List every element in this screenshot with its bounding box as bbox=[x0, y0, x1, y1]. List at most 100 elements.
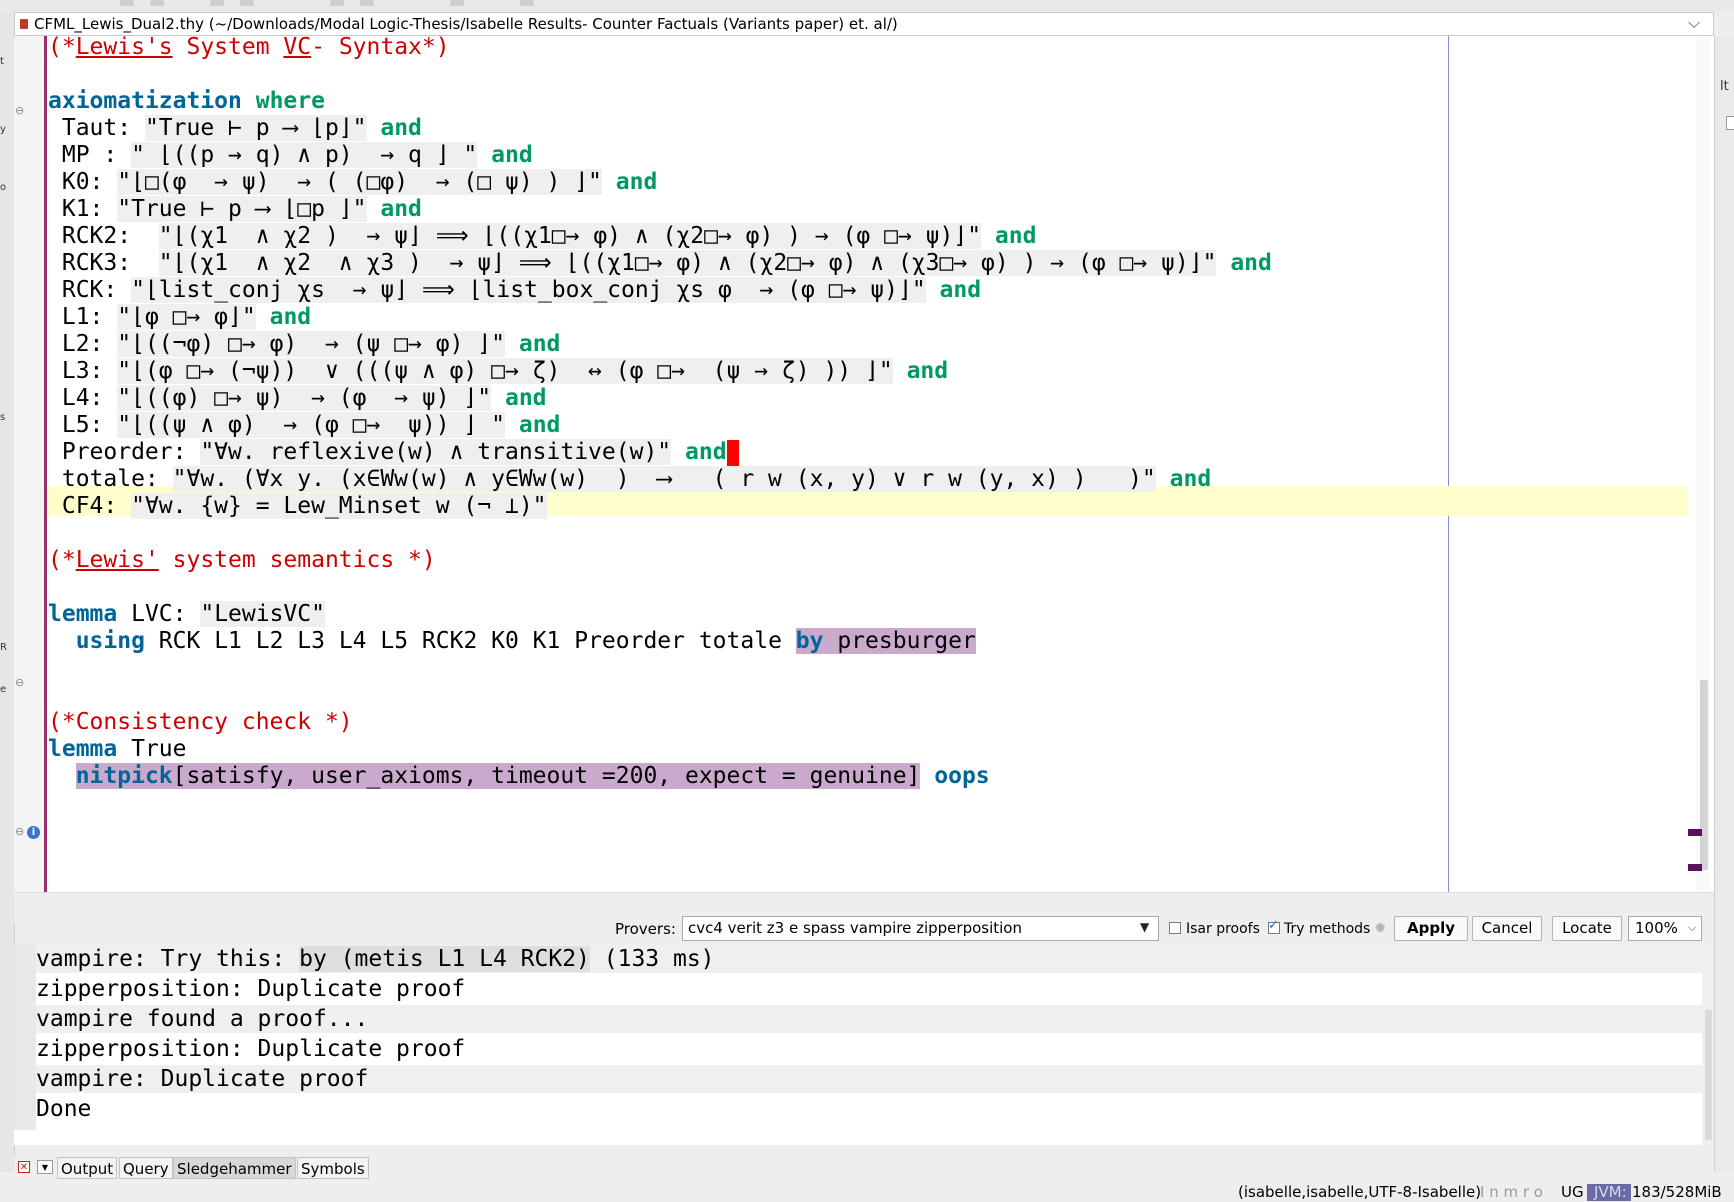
code-line[interactable]: totale: "∀w. (∀x y. (x∈Ww(w) ∧ y∈Ww(w) )… bbox=[48, 464, 1211, 494]
file-path-title: CFML_Lewis_Dual2.thy (~/Downloads/Modal … bbox=[34, 15, 898, 33]
code-token: RCK L1 L2 L3 L4 L5 RCK2 K0 K1 Preorder t… bbox=[144, 628, 796, 654]
fold-icon[interactable]: ⊖ bbox=[15, 676, 24, 689]
keyword-token: oops bbox=[934, 763, 990, 789]
code-token: L2: bbox=[48, 331, 118, 357]
code-token: K0: bbox=[48, 169, 118, 195]
keyword-token: and bbox=[994, 223, 1037, 249]
chevron-down-icon[interactable]: ⌵ bbox=[1688, 13, 1700, 33]
tab-query[interactable]: Query bbox=[119, 1157, 173, 1179]
cancel-button[interactable]: Cancel bbox=[1472, 916, 1542, 941]
code-line[interactable]: L1: "⌊φ □→ φ⌋" and bbox=[48, 302, 311, 332]
keyword-token: and bbox=[518, 412, 561, 438]
right-dock-checkbox[interactable] bbox=[1726, 116, 1734, 130]
code-line[interactable]: MP : " ⌊((p → q) ∧ p) → q ⌋ " and bbox=[48, 140, 533, 170]
ug-status[interactable]: UG bbox=[1561, 1183, 1584, 1201]
code-token: Preorder: bbox=[48, 439, 201, 465]
output-scrollbar-thumb[interactable] bbox=[1705, 1010, 1712, 1140]
code-line[interactable]: nitpick[satisfy, user_axioms, timeout =2… bbox=[48, 761, 990, 791]
left-dock-label[interactable]: t bbox=[0, 56, 4, 67]
left-dock-label[interactable]: y bbox=[0, 124, 6, 135]
toolbar-icon[interactable] bbox=[330, 0, 344, 6]
left-dock-label[interactable]: o bbox=[0, 182, 6, 193]
toolbar-icon[interactable] bbox=[520, 0, 534, 6]
tab-sledgehammer[interactable]: Sledgehammer bbox=[173, 1157, 296, 1179]
info-icon[interactable]: i bbox=[27, 826, 40, 839]
code-line[interactable]: (*Consistency check *) bbox=[48, 707, 353, 737]
keyword-token: and bbox=[518, 331, 561, 357]
chevron-down-icon[interactable]: ▼ bbox=[1140, 920, 1149, 934]
code-line[interactable]: RCK: "⌊list_conj χs → ψ⌋ ⟹ ⌊list_box_con… bbox=[48, 275, 981, 305]
code-line[interactable]: (*Lewis's System VC- Syntax*) bbox=[48, 32, 450, 62]
apply-button[interactable]: Apply bbox=[1394, 916, 1468, 941]
left-dock-strip: t y o s R e bbox=[0, 12, 15, 1172]
toolbar-icon[interactable] bbox=[450, 0, 464, 6]
inner-syntax-token: "⌊((ψ ∧ φ) → (φ □→ ψ)) ⌋ " bbox=[117, 412, 505, 438]
code-line[interactable]: axiomatization where bbox=[48, 86, 325, 116]
code-line[interactable]: lemma True bbox=[48, 734, 187, 764]
overview-marker[interactable] bbox=[1688, 864, 1702, 871]
code-line[interactable]: L4: "⌊((φ) □→ ψ) → (φ → ψ) ⌋" and bbox=[48, 383, 547, 413]
code-line[interactable]: (*Lewis' system semantics *) bbox=[48, 545, 436, 575]
close-icon[interactable]: ✕ bbox=[18, 1161, 30, 1173]
toolbar-icon[interactable] bbox=[120, 0, 134, 6]
mode-flags[interactable]: I n m r o bbox=[1480, 1183, 1543, 1201]
fold-icon[interactable]: ⊖ bbox=[15, 825, 24, 838]
proof-suggestion[interactable]: by (metis L1 L4 RCK2) bbox=[299, 946, 590, 972]
wrap-margin-line bbox=[1448, 36, 1449, 892]
output-line[interactable]: vampire: Try this: by (metis L1 L4 RCK2)… bbox=[36, 945, 1702, 973]
inner-syntax-token: "⌊((¬φ) □→ φ) → (ψ □→ φ) ⌋" bbox=[117, 331, 505, 357]
keyword-token: by bbox=[795, 628, 824, 654]
toolbar-icon[interactable] bbox=[360, 0, 374, 6]
overview-marker[interactable] bbox=[1688, 829, 1702, 836]
code-line[interactable]: L3: "⌊(φ □→ (¬ψ)) ∨ (((ψ ∧ φ) □→ ζ) ↔ (φ… bbox=[48, 356, 948, 386]
code-line[interactable]: L2: "⌊((¬φ) □→ φ) → (ψ □→ φ) ⌋" and bbox=[48, 329, 560, 359]
code-line[interactable]: K0: "⌊□(φ → ψ) → ( (□φ) → (□ ψ) ) ⌋" and bbox=[48, 167, 657, 197]
code-line[interactable]: RCK2: "⌊(χ1 ∧ χ2 ) → ψ⌋ ⟹ ⌊((χ1□→ φ) ∧ (… bbox=[48, 221, 1036, 251]
code-line[interactable]: lemma LVC: "LewisVC" bbox=[48, 599, 325, 629]
fold-icon[interactable]: ⊖ bbox=[15, 104, 24, 117]
spinner-icon: ✹ bbox=[1374, 919, 1387, 937]
toolbar-icon[interactable] bbox=[210, 0, 224, 6]
checkmark-icon: ✓ bbox=[1268, 918, 1279, 933]
locate-button[interactable]: Locate bbox=[1552, 916, 1622, 941]
isar-proofs-checkbox[interactable] bbox=[1169, 922, 1181, 934]
right-dock-label[interactable]: lt bbox=[1720, 79, 1729, 94]
code-line[interactable]: CF4: "∀w. {w} = Lew_Minset w (¬ ⊥)" bbox=[48, 491, 547, 521]
left-dock-label[interactable]: R bbox=[0, 642, 7, 653]
code-line[interactable]: using RCK L1 L2 L3 L4 L5 RCK2 K0 K1 Preo… bbox=[48, 626, 976, 656]
inner-syntax-token: "∀w. {w} = Lew_Minset w (¬ ⊥)" bbox=[131, 493, 547, 519]
inner-syntax-token: "⌊(φ □→ (¬ψ)) ∨ (((ψ ∧ φ) □→ ζ) ↔ (φ □→ … bbox=[117, 358, 893, 384]
left-dock-label[interactable]: s bbox=[0, 412, 5, 423]
code-line[interactable]: K1: "True ⊢ p ⟶ ⌊□p ⌋" and bbox=[48, 194, 422, 224]
code-line[interactable]: L5: "⌊((ψ ∧ φ) → (φ □→ ψ)) ⌋ " and bbox=[48, 410, 560, 440]
proof-method-token: [satisfy, user_axioms, timeout =200, exp… bbox=[172, 763, 921, 789]
editor-gutter[interactable] bbox=[14, 36, 44, 892]
code-line[interactable]: RCK3: "⌊(χ1 ∧ χ2 ∧ χ3 ) → ψ⌋ ⟹ ⌊((χ1□→ φ… bbox=[48, 248, 1272, 278]
code-line[interactable]: Preorder: "∀w. reflexive(w) ∧ transitive… bbox=[48, 437, 739, 467]
code-token: RCK3: bbox=[48, 250, 159, 276]
editor-scrollbar-thumb[interactable] bbox=[1700, 680, 1708, 870]
proof-method-token: presburger bbox=[823, 628, 976, 654]
toolbar-icon[interactable] bbox=[150, 0, 164, 6]
left-dock-label[interactable]: e bbox=[0, 684, 6, 695]
dock-menu-icon[interactable]: ▼ bbox=[37, 1160, 53, 1174]
chevron-down-icon[interactable]: ⌵ bbox=[1688, 921, 1696, 935]
keyword-token: nitpick bbox=[75, 763, 173, 789]
inner-syntax-token: "⌊□(φ → ψ) → ( (□φ) → (□ ψ) ) ⌋" bbox=[117, 169, 602, 195]
encoding-status[interactable]: (isabelle,isabelle,UTF-8-Isabelle) bbox=[1238, 1183, 1481, 1201]
keyword-token: where bbox=[255, 88, 325, 114]
keyword-token: and bbox=[380, 196, 422, 222]
toolbar-icon[interactable] bbox=[240, 0, 254, 6]
comment-token: Lewis's bbox=[75, 34, 173, 60]
provers-input[interactable]: cvc4 verit z3 e spass vampire zipperposi… bbox=[682, 916, 1159, 941]
code-line[interactable]: Taut: "True ⊢ p ⟶ ⌊p⌋" and bbox=[48, 113, 422, 143]
tab-output[interactable]: Output bbox=[57, 1157, 118, 1179]
tab-symbols[interactable]: Symbols bbox=[297, 1157, 369, 1179]
